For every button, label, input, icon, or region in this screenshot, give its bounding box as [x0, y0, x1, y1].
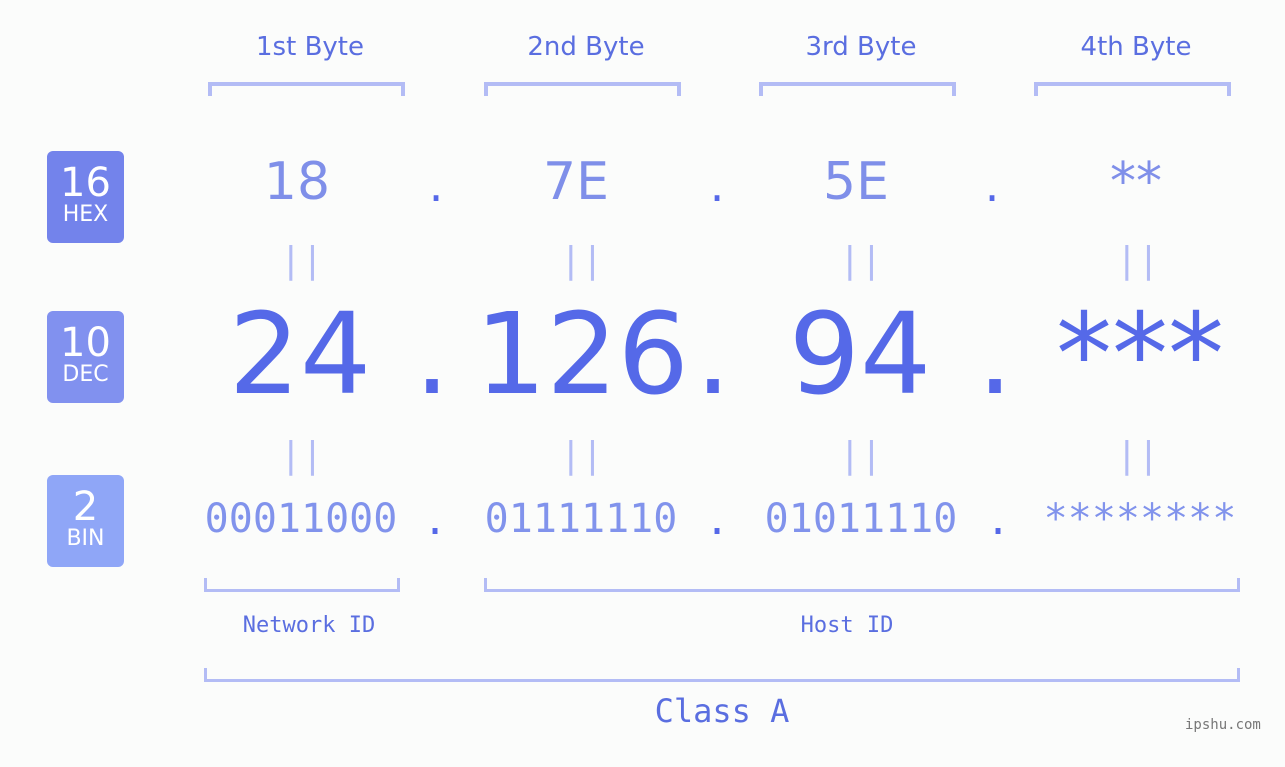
- watermark: ipshu.com: [1185, 717, 1261, 733]
- equals-sign: ||: [1116, 435, 1160, 476]
- network-id-bracket: [204, 578, 400, 592]
- equals-sign: ||: [280, 240, 324, 281]
- equals-sign: ||: [560, 435, 604, 476]
- host-id-bracket: [484, 578, 1240, 592]
- dec-badge-base: 10: [60, 320, 111, 366]
- equals-sign: ||: [839, 240, 883, 281]
- hex-value-2: 7E: [543, 152, 609, 212]
- bin-value-1: 00011000: [204, 496, 398, 542]
- hex-badge-base: 16: [60, 160, 111, 206]
- bin-value-2: 01111110: [484, 496, 678, 542]
- bin-separator-3: .: [985, 498, 1011, 544]
- bin-badge-label: BIN: [66, 526, 105, 551]
- hex-separator-1: .: [428, 158, 444, 212]
- dec-value-2: 126: [475, 290, 689, 420]
- hex-separator-2: .: [709, 158, 725, 212]
- byte-label-2: 2nd Byte: [527, 32, 645, 62]
- hex-separator-3: .: [984, 158, 1000, 212]
- dec-separator-3: .: [977, 290, 1013, 420]
- bin-value-3: 01011110: [764, 496, 958, 542]
- dec-badge: 10 DEC: [47, 311, 124, 403]
- dec-separator-1: .: [414, 290, 450, 420]
- host-id-label: Host ID: [800, 613, 894, 638]
- bin-badge: 2 BIN: [47, 475, 124, 567]
- dec-badge-label: DEC: [62, 362, 109, 387]
- bin-separator-1: .: [422, 498, 448, 544]
- equals-sign: ||: [839, 435, 883, 476]
- byte-label-3: 3rd Byte: [805, 32, 917, 62]
- class-bracket: [204, 668, 1240, 682]
- equals-sign: ||: [560, 240, 604, 281]
- dec-value-1: 24: [228, 290, 372, 420]
- hex-value-1: 18: [263, 152, 331, 212]
- equals-sign: ||: [280, 435, 324, 476]
- hex-value-3: 5E: [823, 152, 889, 212]
- byte-label-4: 4th Byte: [1080, 32, 1192, 62]
- hex-value-4: **: [1110, 152, 1162, 212]
- class-label: Class A: [654, 692, 790, 730]
- dec-value-4: ***: [1056, 290, 1224, 420]
- bin-value-4: ********: [1043, 496, 1237, 542]
- network-id-label: Network ID: [242, 613, 376, 638]
- hex-badge: 16 HEX: [47, 151, 124, 243]
- byte-label-1: 1st Byte: [256, 32, 364, 62]
- byte-bracket-3: [759, 82, 956, 96]
- byte-bracket-2: [484, 82, 681, 96]
- byte-bracket-1: [208, 82, 405, 96]
- hex-badge-label: HEX: [62, 202, 109, 227]
- dec-separator-2: .: [695, 290, 731, 420]
- equals-sign: ||: [1116, 240, 1160, 281]
- byte-bracket-4: [1034, 82, 1231, 96]
- bin-badge-base: 2: [72, 484, 99, 530]
- bin-separator-2: .: [704, 498, 730, 544]
- dec-value-3: 94: [788, 290, 932, 420]
